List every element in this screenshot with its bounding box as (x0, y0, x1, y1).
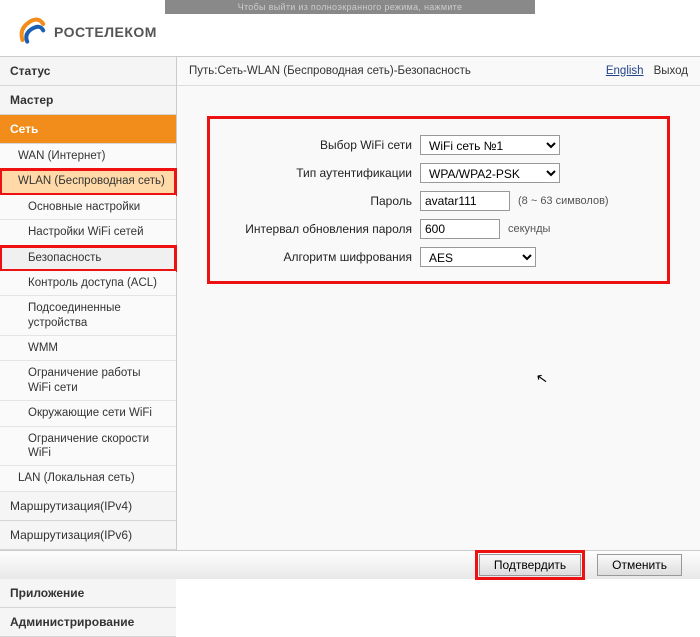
language-link[interactable]: English (606, 65, 644, 77)
sidebar-item-network[interactable]: Сеть (0, 115, 176, 144)
ssid-label: Выбор WiFi сети (210, 138, 420, 152)
confirm-highlight: Подтвердить (477, 552, 583, 578)
ssid-select[interactable]: WiFi сеть №1 (420, 135, 560, 155)
auth-select[interactable]: WPA/WPA2-PSK (420, 163, 560, 183)
interval-unit: секунды (508, 223, 550, 235)
algorithm-select[interactable]: AES (420, 247, 536, 267)
security-form: Выбор WiFi сети WiFi сеть №1 Тип аутенти… (207, 116, 670, 284)
password-hint: (8 ~ 63 символов) (518, 195, 609, 207)
algorithm-label: Алгоритм шифрования (210, 250, 420, 264)
logo-icon (16, 16, 48, 48)
sidebar-sub-basic[interactable]: Основные настройки (0, 195, 176, 220)
footer-bar: Подтвердить Отменить (0, 550, 700, 579)
sidebar-sub-wmm[interactable]: WMM (0, 336, 176, 361)
auth-label: Тип аутентификации (210, 166, 420, 180)
content-panel: Путь:Сеть-WLAN (Беспроводная сеть)-Безоп… (177, 57, 700, 550)
sidebar-sub-neighbor[interactable]: Окружающие сети WiFi (0, 401, 176, 426)
brand-text: РОСТЕЛЕКОМ (54, 24, 157, 40)
sidebar-sub-wifi-profiles[interactable]: Настройки WiFi сетей (0, 220, 176, 245)
interval-input[interactable] (420, 219, 500, 239)
sidebar-sub-security[interactable]: Безопасность (0, 246, 176, 271)
confirm-button[interactable]: Подтвердить (479, 554, 581, 576)
sidebar-sub-acl[interactable]: Контроль доступа (ACL) (0, 271, 176, 296)
sidebar-item-app[interactable]: Приложение (0, 579, 176, 608)
sidebar-sub-limit[interactable]: Ограничение работы WiFi сети (0, 361, 176, 401)
fullscreen-hint: Чтобы выйти из полноэкранного режима, на… (165, 0, 535, 14)
sidebar-sub-speed[interactable]: Ограничение скорости WiFi (0, 427, 176, 467)
cancel-button[interactable]: Отменить (597, 554, 682, 576)
sidebar-item-route4[interactable]: Маршрутизация(IPv4) (0, 492, 176, 521)
sidebar-sub-wlan[interactable]: WLAN (Беспроводная сеть) (0, 169, 176, 194)
sidebar-sub-lan[interactable]: LAN (Локальная сеть) (0, 466, 176, 491)
sidebar-item-status[interactable]: Статус (0, 57, 176, 86)
breadcrumb-row: Путь:Сеть-WLAN (Беспроводная сеть)-Безоп… (177, 57, 700, 86)
interval-label: Интервал обновления пароля (210, 222, 420, 236)
sidebar-sub-connected[interactable]: Подсоединенные устройства (0, 296, 176, 336)
sidebar-item-admin[interactable]: Администрирование (0, 608, 176, 637)
sidebar-sub-wan[interactable]: WAN (Интернет) (0, 144, 176, 169)
logout-link[interactable]: Выход (654, 65, 688, 77)
password-label: Пароль (210, 194, 420, 208)
password-input[interactable] (420, 191, 510, 211)
sidebar: Статус Мастер Сеть WAN (Интернет) WLAN (… (0, 57, 177, 550)
sidebar-item-route6[interactable]: Маршрутизация(IPv6) (0, 521, 176, 550)
breadcrumb: Путь:Сеть-WLAN (Беспроводная сеть)-Безоп… (189, 65, 471, 77)
sidebar-item-wizard[interactable]: Мастер (0, 86, 176, 115)
